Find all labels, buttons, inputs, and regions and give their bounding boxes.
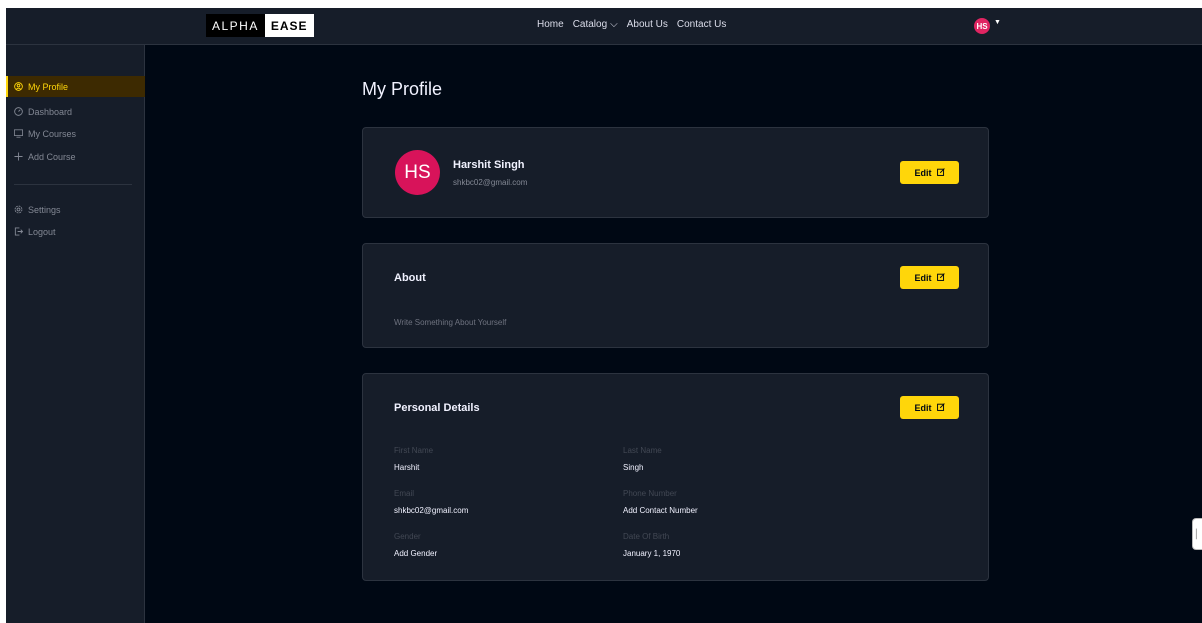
dob-value: January 1, 1970 — [623, 549, 681, 558]
logo-alpha: ALPHA — [206, 14, 265, 37]
sidebar-item-my-courses[interactable]: My Courses — [6, 123, 145, 144]
edit-icon — [936, 272, 945, 283]
sidebar-item-label: My Profile — [28, 81, 69, 92]
sidebar: My Profile Dashboard My Courses Add Cour… — [6, 45, 145, 623]
nav-home[interactable]: Home — [537, 19, 564, 30]
chevron-down-icon: ⌵ — [610, 19, 618, 30]
personal-details-title: Personal Details — [394, 402, 480, 414]
sidebar-item-add-course[interactable]: Add Course — [6, 146, 145, 167]
sidebar-item-label: Settings — [28, 204, 61, 215]
logo[interactable]: ALPHA EASE — [206, 14, 314, 37]
edit-label: Edit — [914, 272, 932, 283]
sidebar-item-label: Dashboard — [28, 106, 73, 117]
personal-details-card: Personal Details Edit First Name Harshit… — [362, 373, 989, 581]
sidebar-item-my-profile[interactable]: My Profile — [6, 76, 145, 97]
nav-catalog-label: Catalog — [572, 19, 608, 30]
gender-label: Gender — [394, 532, 421, 541]
phone-label: Phone Number — [623, 489, 677, 498]
about-title: About — [394, 272, 426, 284]
nav-contact[interactable]: Contact Us — [677, 19, 726, 30]
edit-details-button[interactable]: Edit — [900, 396, 959, 419]
main-content: My Profile HS Harshit Singh shkbc02@gmai… — [145, 45, 1202, 623]
page-title: My Profile — [362, 79, 443, 99]
sidebar-item-label: My Courses — [28, 128, 77, 139]
top-navbar: ALPHA EASE Home Catalog ⌵ About Us Contac… — [6, 8, 1202, 45]
edit-profile-button[interactable]: Edit — [900, 161, 959, 184]
app-window: ALPHA EASE Home Catalog ⌵ About Us Contac… — [6, 8, 1202, 623]
edit-icon — [936, 402, 945, 413]
email-value: shkbc02@gmail.com — [394, 506, 469, 515]
last-name-value: Singh — [623, 463, 644, 472]
main-nav: Home Catalog ⌵ About Us Contact Us — [537, 19, 726, 30]
logout-icon — [14, 227, 23, 236]
nav-catalog[interactable]: Catalog ⌵ — [573, 19, 618, 30]
edit-icon — [936, 167, 945, 178]
sidebar-item-settings[interactable]: Settings — [6, 199, 145, 220]
tab-handle-icon: ▏ — [1196, 529, 1202, 539]
gear-icon — [14, 205, 23, 214]
about-text: Write Something About Yourself — [394, 318, 507, 327]
sidebar-item-logout[interactable]: Logout — [6, 221, 145, 242]
edit-label: Edit — [914, 402, 932, 413]
sidebar-item-label: Logout — [28, 226, 56, 237]
profile-avatar: HS — [395, 150, 440, 195]
profile-name: Harshit Singh — [453, 159, 525, 171]
phone-value: Add Contact Number — [623, 506, 698, 515]
profile-email: shkbc02@gmail.com — [453, 178, 528, 187]
sidebar-item-dashboard[interactable]: Dashboard — [6, 101, 145, 122]
edit-label: Edit — [914, 167, 932, 178]
profile-card: HS Harshit Singh shkbc02@gmail.com Edit — [362, 127, 989, 218]
sidebar-item-label: Add Course — [28, 151, 76, 162]
dashboard-icon — [14, 107, 23, 116]
monitor-icon — [14, 129, 23, 138]
nav-about[interactable]: About Us — [627, 19, 668, 30]
about-card: About Edit Write Something About Yoursel… — [362, 243, 989, 348]
sidebar-divider — [14, 184, 132, 185]
caret-down-icon[interactable]: ▼ — [994, 19, 1001, 26]
logo-ease: EASE — [264, 14, 314, 37]
gender-value: Add Gender — [394, 549, 438, 558]
user-avatar[interactable]: HS — [974, 18, 990, 34]
last-name-label: Last Name — [623, 446, 662, 455]
plus-icon — [14, 152, 23, 161]
first-name-value: Harshit — [394, 463, 420, 472]
user-circle-icon — [14, 82, 23, 91]
first-name-label: First Name — [394, 446, 434, 455]
email-label: Email — [394, 489, 415, 498]
edit-about-button[interactable]: Edit — [900, 266, 959, 289]
side-panel-tab[interactable]: ▏ — [1192, 518, 1202, 550]
dob-label: Date Of Birth — [623, 532, 670, 541]
